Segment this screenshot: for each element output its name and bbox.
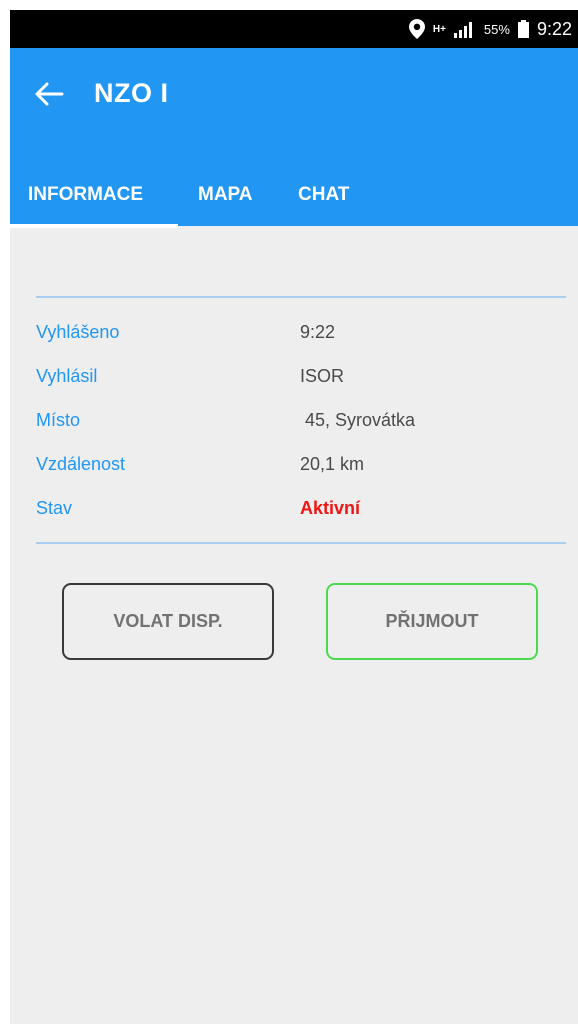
accept-button[interactable]: PŘIJMOUT	[326, 583, 538, 660]
tab-chat[interactable]: CHAT	[298, 184, 349, 206]
info-row-distance: Vzdálenost 20,1 km	[36, 454, 566, 494]
row-label: Místo	[36, 410, 81, 430]
info-row-announced-by: Vyhlásil ISOR	[36, 366, 566, 406]
tab-bar: INFORMACE MAPA CHAT	[10, 168, 578, 226]
info-row-place: Místo 45, Syrovátka	[36, 410, 566, 450]
info-row-announced: Vyhlášeno 9:22	[36, 322, 566, 362]
battery-icon	[517, 20, 529, 38]
row-value: 20,1 km	[300, 454, 365, 474]
row-label: Vzdálenost	[36, 454, 126, 474]
row-value: 9:22	[300, 322, 336, 342]
status-value: Aktivní	[300, 498, 361, 518]
signal-bars-icon	[453, 20, 476, 38]
status-bar: H+ 55% 9:22	[10, 10, 578, 48]
clock: 9:22	[536, 18, 572, 39]
row-label: Vyhlásil	[36, 366, 98, 386]
app-bar: NZO I INFORMACE MAPA CHAT	[10, 48, 578, 228]
tab-informace[interactable]: INFORMACE	[28, 184, 143, 206]
tab-mapa[interactable]: MAPA	[198, 184, 253, 206]
divider-top	[36, 296, 566, 298]
row-value: 45, Syrovátka	[300, 410, 416, 430]
call-dispatch-button[interactable]: VOLAT DISP.	[62, 583, 274, 660]
info-row-status: Stav Aktivní	[36, 498, 566, 538]
network-type: H+	[432, 23, 446, 35]
divider-bottom	[36, 542, 566, 544]
phone-screen: H+ 55% 9:22 NZO I INFORMACE MAPA CHAT Vy…	[10, 10, 578, 1024]
arrow-left-icon[interactable]	[34, 81, 64, 107]
map-pin-icon	[408, 19, 425, 39]
battery-percent: 55%	[483, 21, 510, 37]
row-label: Vyhlášeno	[36, 322, 120, 342]
row-value: ISOR	[300, 366, 345, 386]
row-label: Stav	[36, 498, 73, 518]
page-title: NZO I	[94, 78, 169, 108]
tab-indicator	[10, 224, 178, 228]
